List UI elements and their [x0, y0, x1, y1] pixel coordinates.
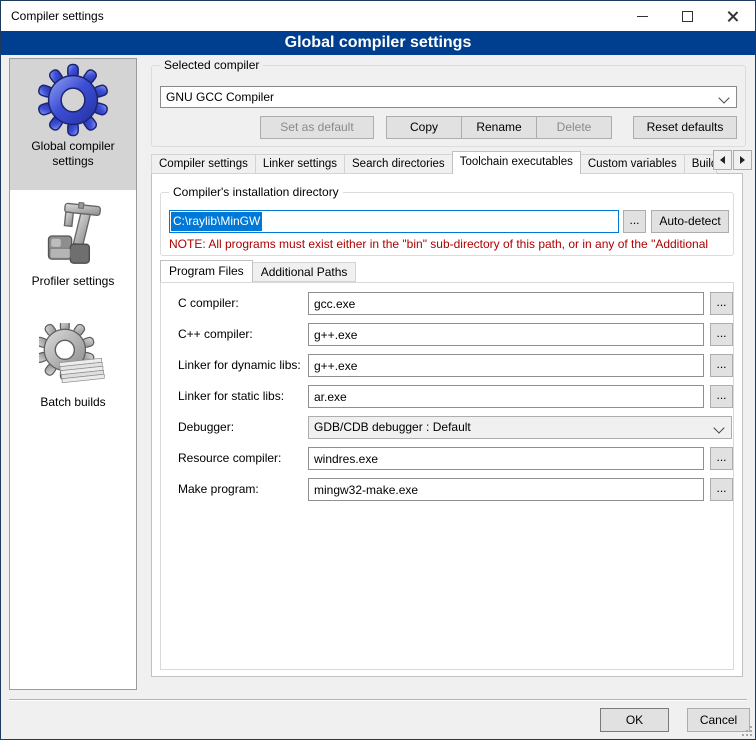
cpp-compiler-browse-button[interactable]: ...	[710, 323, 733, 346]
blue-gear-icon	[36, 63, 110, 137]
set-as-default-button[interactable]: Set as default	[260, 116, 374, 139]
toolchain-executables-page: Compiler's installation directory C:\ray…	[151, 173, 743, 677]
tab-linker-settings[interactable]: Linker settings	[255, 154, 345, 174]
resource-compiler-browse-button[interactable]: ...	[710, 447, 733, 470]
compiler-settings-dialog: Compiler settings Global compiler settin…	[0, 0, 756, 740]
debugger-select[interactable]: GDB/CDB debugger : Default	[308, 416, 732, 439]
installation-directory-group: Compiler's installation directory C:\ray…	[160, 192, 734, 256]
make-program-label: Make program:	[178, 478, 306, 501]
tab-scroll-left-button[interactable]	[713, 150, 732, 170]
tab-toolchain-executables[interactable]: Toolchain executables	[452, 151, 581, 174]
form-row: Resource compiler: ...	[161, 447, 733, 470]
caliper-icon	[39, 200, 107, 272]
form-row: Linker for static libs: ...	[161, 385, 733, 408]
compiler-actions: Set as default Copy Rename Delete Reset …	[260, 116, 737, 139]
make-program-browse-button[interactable]: ...	[710, 478, 733, 501]
dynamic-linker-label: Linker for dynamic libs:	[178, 354, 306, 377]
sidebar-item-batch-builds[interactable]: Batch builds	[10, 319, 136, 419]
page-title: Global compiler settings	[1, 31, 755, 55]
window-title: Compiler settings	[11, 1, 104, 31]
subtab-program-files[interactable]: Program Files	[160, 260, 253, 282]
cancel-button[interactable]: Cancel	[687, 708, 750, 732]
static-linker-browse-button[interactable]: ...	[710, 385, 733, 408]
auto-detect-button[interactable]: Auto-detect	[651, 210, 729, 233]
minimize-icon	[637, 16, 648, 17]
c-compiler-input[interactable]	[308, 292, 704, 315]
group-label: Selected compiler	[160, 58, 263, 73]
c-compiler-label: C compiler:	[178, 292, 306, 315]
tab-compiler-settings[interactable]: Compiler settings	[151, 154, 256, 174]
sidebar-item-label: Batch builds	[10, 395, 136, 410]
tab-custom-variables[interactable]: Custom variables	[580, 154, 685, 174]
resize-grip-icon[interactable]	[742, 726, 752, 736]
form-row: Make program: ...	[161, 478, 733, 501]
browse-directory-button[interactable]: ...	[623, 210, 646, 233]
static-linker-input[interactable]	[308, 385, 704, 408]
footer-divider	[9, 699, 747, 701]
delete-button[interactable]: Delete	[536, 116, 612, 139]
form-row: C compiler: ...	[161, 292, 733, 315]
toolchain-subtabs: Program Files Additional Paths	[160, 260, 355, 282]
sidebar-item-profiler-settings[interactable]: Profiler settings	[10, 196, 136, 296]
c-compiler-browse-button[interactable]: ...	[710, 292, 733, 315]
settings-tabs: Compiler settings Linker settings Search…	[151, 151, 716, 174]
debugger-label: Debugger:	[178, 416, 306, 439]
resource-compiler-label: Resource compiler:	[178, 447, 306, 470]
sidebar-item-label: Global compiler settings	[10, 139, 136, 169]
resource-compiler-input[interactable]	[308, 447, 704, 470]
make-program-input[interactable]	[308, 478, 704, 501]
maximize-button[interactable]	[665, 1, 710, 31]
compiler-select[interactable]: GNU GCC Compiler	[160, 86, 737, 108]
rename-button[interactable]: Rename	[461, 116, 537, 139]
close-icon	[727, 11, 738, 22]
batch-gear-icon	[39, 323, 107, 393]
form-row: C++ compiler: ...	[161, 323, 733, 346]
selected-compiler-group: Selected compiler GNU GCC Compiler Set a…	[151, 65, 746, 147]
installation-directory-input[interactable]: C:\raylib\MinGW	[169, 210, 619, 233]
debugger-select-value: GDB/CDB debugger : Default	[314, 420, 471, 434]
arrow-right-icon	[740, 156, 745, 164]
group-label: Compiler's installation directory	[169, 185, 343, 200]
copy-button[interactable]: Copy	[386, 116, 462, 139]
maximize-icon	[682, 11, 693, 22]
cpp-compiler-label: C++ compiler:	[178, 323, 306, 346]
reset-defaults-button[interactable]: Reset defaults	[633, 116, 737, 139]
chevron-down-icon	[718, 92, 729, 103]
tab-scroll-right-button[interactable]	[733, 150, 752, 170]
cpp-compiler-input[interactable]	[308, 323, 704, 346]
sidebar-item-global-compiler-settings[interactable]: Global compiler settings	[10, 59, 136, 190]
tab-search-directories[interactable]: Search directories	[344, 154, 453, 174]
sidebar-item-label: Profiler settings	[10, 274, 136, 289]
tab-scroll-controls	[712, 150, 752, 170]
program-files-panel: C compiler: ... C++ compiler: ... Linker…	[160, 282, 734, 670]
title-bar[interactable]: Compiler settings	[1, 1, 755, 31]
chevron-down-icon	[713, 422, 724, 433]
form-row: Linker for dynamic libs: ...	[161, 354, 733, 377]
compiler-select-value: GNU GCC Compiler	[166, 90, 274, 104]
subtab-additional-paths[interactable]: Additional Paths	[252, 262, 357, 282]
minimize-button[interactable]	[620, 1, 665, 31]
form-row: Debugger: GDB/CDB debugger : Default	[161, 416, 733, 439]
static-linker-label: Linker for static libs:	[178, 385, 306, 408]
window-controls	[620, 1, 755, 31]
arrow-left-icon	[720, 156, 725, 164]
bin-subdirectory-note: NOTE: All programs must exist either in …	[169, 237, 731, 251]
dynamic-linker-input[interactable]	[308, 354, 704, 377]
dynamic-linker-browse-button[interactable]: ...	[710, 354, 733, 377]
settings-category-sidebar: Global compiler settings	[9, 58, 137, 690]
selected-text: C:\raylib\MinGW	[171, 212, 262, 231]
close-button[interactable]	[710, 1, 755, 31]
ok-button[interactable]: OK	[600, 708, 669, 732]
